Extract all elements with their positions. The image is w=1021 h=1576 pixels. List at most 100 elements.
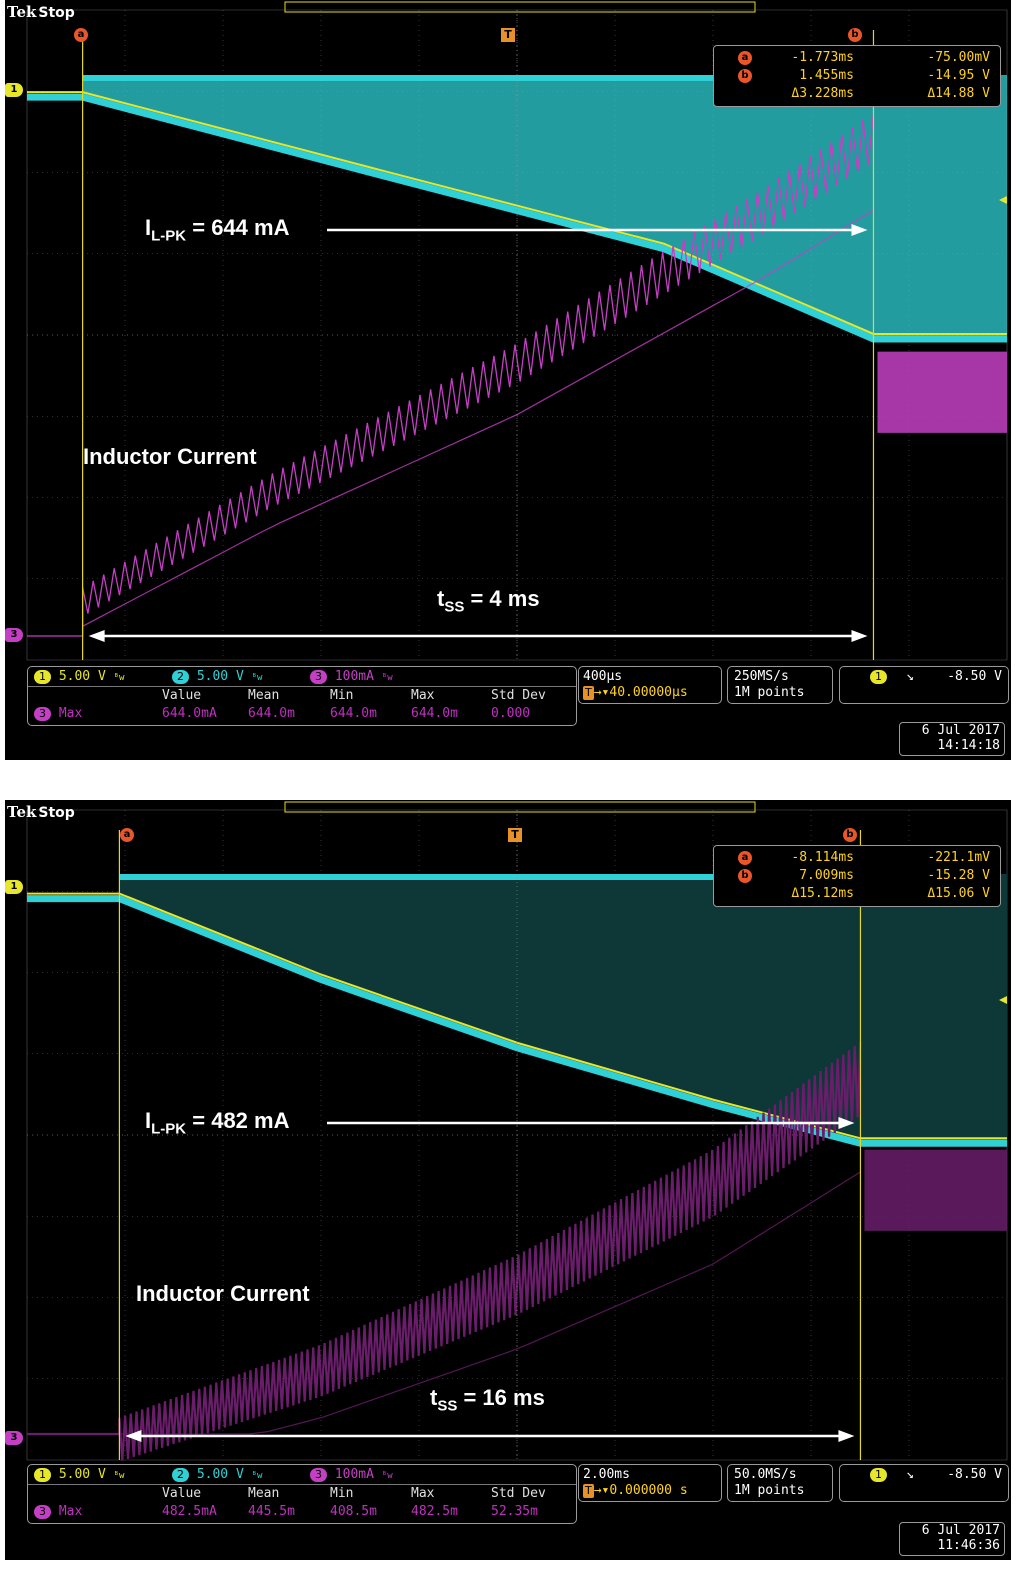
channel-2-scale[interactable]: 2 5.00 V ᴮw [172,669,262,684]
cursor-b-value: -14.95 V [927,68,990,83]
peak-label-value: = 644 mA [192,215,290,240]
meas-header-stddev: Std Dev [491,1486,546,1501]
waveform-display [26,1,1008,661]
ch3-pill: 3 [310,670,327,684]
meas-header-value: Value [162,688,202,703]
trigger-position-value: 40.00000µs [609,685,688,700]
ch2-after-envelope [873,75,1007,339]
trigger-ch-pill: 1 [870,670,887,684]
horizontal-panel[interactable]: 2.00ms T →▾0.000000 s [578,1464,722,1502]
trigger-panel[interactable]: 1 ↘ -8.50 V [839,1464,1009,1502]
trigger-level: -8.50 V [947,1467,1002,1482]
soft-start-time-label: tSS = 4 ms [437,586,540,615]
cursor-a-time: -1.773ms [791,50,854,65]
meas-header-mean: Mean [248,1486,280,1501]
meas-ch-pill: 3 [34,707,51,721]
tss-label-sub: SS [437,1397,458,1415]
cursor-a-badge: a [74,28,88,42]
capture-time: 11:46:36 [937,1538,1000,1553]
ch1-pill: 1 [34,670,51,684]
meas-channel[interactable]: 3 Max [34,706,82,721]
meas-header-min: Min [330,688,354,703]
scope-capture-top: Tek Stop a b T a -1.773ms -75.00mV b 1.45… [5,0,1011,760]
inductor-current-label: Inductor Current [136,1281,310,1306]
ch2-scale-value: 5.00 V [196,1467,244,1482]
acquisition-panel[interactable]: 50.0MS/s 1M points [727,1464,833,1502]
ch1-pill: 1 [34,1468,51,1482]
cursor-a-icon: a [738,51,752,65]
meas-type: Max [58,1504,83,1519]
channel-3-scale[interactable]: 3 100mA ᴮw [310,669,393,684]
cursor-delta-row: Δ3.228ms Δ14.88 V [714,85,1000,103]
meas-max: 482.5m [411,1504,458,1519]
ch2-switch-envelope [119,877,861,1143]
cursor-b-icon: b [738,69,752,83]
cursor-a-icon: a [738,851,752,865]
trigger-position: T →▾40.00000µs [583,685,688,700]
cursor-a-badge: a [120,828,134,842]
acq-state: Stop [38,5,75,21]
meas-mean: 445.5m [248,1504,295,1519]
ch2-after-envelope [860,874,1007,1144]
meas-channel[interactable]: 3 Max [34,1504,82,1519]
cursor-b-icon: b [738,869,752,883]
ch1-bw-limit-icon: ᴮw [113,673,125,683]
ch1-ground-marker[interactable]: 1 [5,880,23,894]
channel-1-scale[interactable]: 1 5.00 V ᴮw [34,1467,124,1482]
peak-label-value: = 482 mA [192,1108,290,1133]
capture-time: 14:14:18 [937,738,1000,753]
tss-arrow-head-left [88,630,105,642]
meas-stddev: 52.35m [491,1504,538,1519]
cursor-a-value: -221.1mV [927,850,990,865]
meas-header-stddev: Std Dev [491,688,546,703]
record-length: 1M points [734,1483,805,1498]
trigger-panel[interactable]: 1 ↘ -8.50 V [839,666,1009,704]
cursor-readout: a -1.773ms -75.00mV b 1.455ms -14.95 V Δ… [713,45,1001,107]
inductor-current-label: Inductor Current [83,444,257,469]
ch2-switch-envelope [82,78,874,338]
trigger-slope-icon: ↘ [906,1467,914,1482]
meas-header-mean: Mean [248,688,280,703]
cursor-b-time: 1.455ms [799,68,854,83]
cursor-b-value: -15.28 V [927,868,990,883]
meas-stddev: 0.000 [491,706,531,721]
scope-brand: Tek Stop [7,3,75,21]
peak-label-sub: L-PK [151,227,187,245]
meas-type: Max [58,706,83,721]
horizontal-panel[interactable]: 400µs T →▾40.00000µs [578,666,722,704]
cursor-readout: a -8.114ms -221.1mV b 7.009ms -15.28 V Δ… [713,845,1001,907]
peak-current-label: IL-PK = 644 mA [145,215,289,244]
ch3-ground-marker[interactable]: 3 [5,1431,23,1445]
channel-2-scale[interactable]: 2 5.00 V ᴮw [172,1467,262,1482]
cursor-b-row: b 1.455ms -14.95 V [714,67,1000,85]
acquisition-panel[interactable]: 250MS/s 1M points [727,666,833,704]
peak-label-sub: L-PK [151,1120,187,1138]
trigger-t-icon: T [583,1484,594,1498]
tss-label-sub: SS [444,598,465,616]
ch3-pill: 3 [310,1468,327,1482]
ch2-pill: 2 [172,670,189,684]
ch3-steady-band [864,1149,1007,1231]
ch2-bw-limit-icon: ᴮw [251,1471,263,1481]
ch3-scale-value: 100mA [334,1467,374,1482]
trigger-t-icon: T [583,686,594,700]
meas-min: 408.5m [330,1504,377,1519]
ch3-steady-band [877,351,1007,433]
ch3-ground-marker[interactable]: 3 [5,628,23,642]
capture-date: 6 Jul 2017 [921,723,1000,738]
timestamp: 6 Jul 2017 11:46:36 [899,1522,1005,1556]
meas-header-value: Value [162,1486,202,1501]
ch1-ground-marker[interactable]: 1 [5,83,23,97]
ch2-pill: 2 [172,1468,189,1482]
cursor-a-time: -8.114ms [791,850,854,865]
trigger-position: T →▾0.000000 s [583,1483,688,1498]
channel-3-scale[interactable]: 3 100mA ᴮw [310,1467,393,1482]
channel-measurement-panel: 1 5.00 V ᴮw 2 5.00 V ᴮw 3 100mA ᴮw Value… [27,1464,577,1524]
channel-1-scale[interactable]: 1 5.00 V ᴮw [34,669,124,684]
cursor-a-row: a -1.773ms -75.00mV [714,49,1000,67]
peak-current-label: IL-PK = 482 mA [145,1108,289,1137]
waveform-display [26,801,1008,1461]
sample-rate: 250MS/s [734,669,789,684]
ch1-scale-value: 5.00 V [58,1467,106,1482]
record-view-bar [284,801,756,813]
